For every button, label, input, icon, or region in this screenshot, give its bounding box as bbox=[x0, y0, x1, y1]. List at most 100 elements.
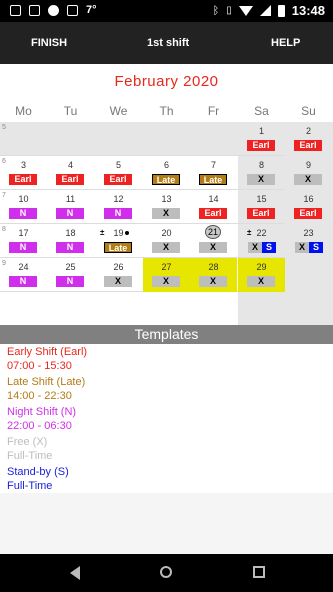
day-number: 1 bbox=[258, 126, 264, 136]
shift-badge: Earl bbox=[56, 174, 84, 185]
day-cell bbox=[190, 122, 237, 156]
shift-badge: X bbox=[104, 276, 132, 287]
day-number: 16 bbox=[303, 194, 314, 204]
template-item[interactable]: Early Shift (Earl) 07:00 - 15:30 bbox=[0, 344, 333, 376]
shift-badge: X bbox=[152, 276, 180, 287]
day-number: 28 bbox=[208, 262, 219, 272]
event-dot bbox=[125, 231, 129, 235]
weekday-label: Fr bbox=[207, 104, 220, 118]
shift-badge: X bbox=[152, 242, 180, 253]
shift-badge: N bbox=[56, 276, 84, 287]
day-number: 11 bbox=[65, 194, 76, 204]
day-number: 6 bbox=[163, 160, 169, 170]
template-name: Stand-by (S) bbox=[7, 466, 69, 478]
day-number: 18 bbox=[65, 228, 76, 238]
template-item[interactable]: Night Shift (N) 22:00 - 06:30 bbox=[0, 404, 333, 436]
day-cell bbox=[95, 122, 142, 156]
shift-badge: Late bbox=[104, 242, 132, 253]
shift-badge: Earl bbox=[294, 208, 322, 219]
shift-badge: X bbox=[247, 276, 275, 287]
shift-badge: X bbox=[248, 242, 262, 253]
shift-badge: X bbox=[294, 174, 322, 185]
template-time: 22:00 - 06:30 bbox=[7, 420, 72, 432]
template-item[interactable]: Stand-by (S) Full-Time bbox=[0, 464, 333, 496]
template-name: Late Shift (Late) bbox=[7, 376, 86, 388]
temperature-text: 7° bbox=[86, 4, 97, 16]
shift-badge: X bbox=[199, 242, 227, 253]
shift-badge: Earl bbox=[104, 174, 132, 185]
signal-icon bbox=[259, 5, 271, 16]
notification-icon bbox=[10, 4, 21, 16]
day-cell bbox=[47, 122, 94, 156]
day-number: 27 bbox=[161, 262, 172, 272]
template-item[interactable]: Late Shift (Late) 14:00 - 22:30 bbox=[0, 374, 333, 406]
template-name: Early Shift (Earl) bbox=[7, 346, 88, 358]
month-title: February 2020 bbox=[114, 73, 219, 90]
top-toolbar: FINISH 1st shift HELP bbox=[0, 22, 333, 64]
notification-icons: 7° bbox=[10, 4, 97, 16]
home-icon[interactable] bbox=[160, 566, 172, 578]
battery-icon bbox=[277, 4, 285, 17]
day-number: 2 bbox=[305, 126, 311, 136]
template-item[interactable]: Free (X) Full-Time bbox=[0, 434, 333, 466]
shift-badge: Earl bbox=[9, 174, 37, 185]
weekday-label: Su bbox=[301, 104, 316, 118]
recent-apps-icon[interactable] bbox=[253, 566, 265, 578]
finish-button[interactable]: FINISH bbox=[31, 37, 67, 49]
weekday-label: Mo bbox=[15, 104, 32, 118]
shift-badge: X bbox=[247, 174, 275, 185]
shift-badge: Earl bbox=[294, 140, 322, 151]
system-icons: ᛒ ▯ 13:48 bbox=[213, 3, 325, 18]
day-number: 20 bbox=[161, 228, 172, 238]
shift-badge: N bbox=[9, 276, 37, 287]
wifi-icon bbox=[238, 5, 253, 16]
day-number: 4 bbox=[67, 160, 73, 170]
day-number: 17 bbox=[18, 228, 29, 238]
standby-badge: S bbox=[262, 242, 276, 253]
help-button[interactable]: HELP bbox=[271, 37, 300, 49]
day-number: 8 bbox=[258, 160, 264, 170]
day-number: 10 bbox=[18, 194, 29, 204]
day-number: 24 bbox=[18, 262, 29, 272]
weekday-label: Tu bbox=[63, 104, 78, 118]
shift-badge: X bbox=[295, 242, 309, 253]
weekday-label: Sa bbox=[254, 104, 269, 118]
weekday-label: We bbox=[109, 104, 128, 118]
day-cell bbox=[0, 122, 47, 156]
template-time: Full-Time bbox=[7, 450, 53, 462]
bluetooth-icon: ᛒ bbox=[212, 4, 220, 17]
today-marker: 21 bbox=[205, 225, 221, 239]
day-number: 5 bbox=[115, 160, 121, 170]
template-name: Night Shift (N) bbox=[7, 406, 77, 418]
template-time: Full-Time bbox=[7, 480, 53, 492]
shift-badge: Earl bbox=[247, 208, 275, 219]
shift-badge: N bbox=[56, 242, 84, 253]
shift-badge: N bbox=[104, 208, 132, 219]
standby-badge: S bbox=[309, 242, 323, 253]
day-number: 12 bbox=[113, 194, 124, 204]
status-bar: 7° ᛒ ▯ 13:48 bbox=[0, 0, 333, 22]
template-time: 14:00 - 22:30 bbox=[7, 390, 72, 402]
day-number: 7 bbox=[210, 160, 216, 170]
day-number: 29 bbox=[256, 262, 267, 272]
day-number: 13 bbox=[161, 194, 172, 204]
shift-badge: N bbox=[9, 242, 37, 253]
templates-header: Templates bbox=[0, 325, 333, 344]
weekday-label: Th bbox=[159, 104, 174, 118]
image-icon bbox=[29, 4, 40, 16]
circle-icon bbox=[48, 4, 59, 16]
navigation-bar bbox=[0, 554, 333, 592]
shift-badge: X bbox=[152, 208, 180, 219]
day-cell bbox=[143, 122, 190, 156]
calendar-view: February 2020 Mo Tu We Th Fr Sa Su 5 1 Earl 2 Earl… bbox=[0, 64, 333, 325]
back-icon[interactable] bbox=[70, 566, 80, 580]
vibrate-icon: ▯ bbox=[226, 5, 232, 16]
shift-select-button[interactable]: 1st shift bbox=[147, 37, 189, 49]
day-number: 22 bbox=[256, 228, 267, 238]
empty-area bbox=[0, 493, 333, 554]
shift-badge: N bbox=[56, 208, 84, 219]
day-number: 25 bbox=[65, 262, 76, 272]
day-cell bbox=[285, 258, 332, 292]
day-number: 23 bbox=[303, 228, 314, 238]
day-number: 26 bbox=[113, 262, 124, 272]
